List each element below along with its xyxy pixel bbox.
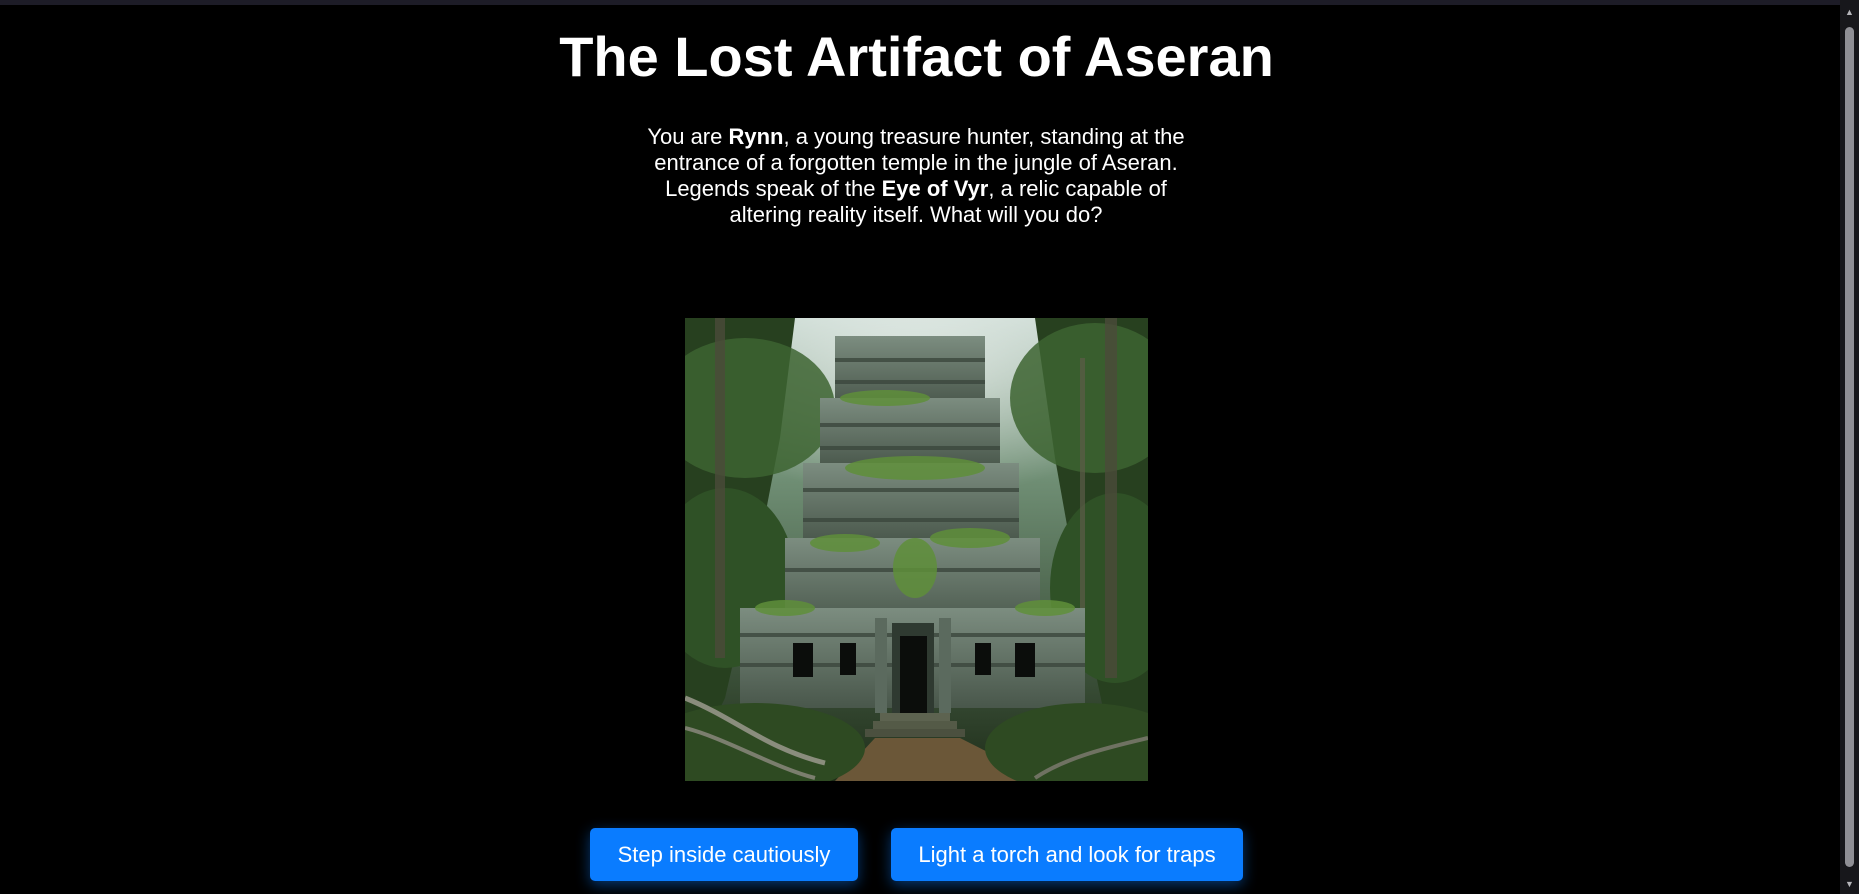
temple-illustration <box>685 318 1148 781</box>
intro-text-1: You are <box>647 124 729 149</box>
scroll-down-arrow-icon[interactable]: ▼ <box>1840 876 1859 892</box>
story-intro: You are Rynn, a young treasure hunter, s… <box>636 124 1196 228</box>
scrollbar-thumb[interactable] <box>1845 27 1854 867</box>
game-screen: The Lost Artifact of Aseran You are Rynn… <box>0 0 1840 894</box>
artifact-name: Eye of Vyr <box>881 176 989 201</box>
choice-step-inside-button[interactable]: Step inside cautiously <box>590 828 858 881</box>
scroll-up-arrow-icon[interactable]: ▲ <box>1840 4 1859 20</box>
vertical-scrollbar[interactable]: ▲ ▼ <box>1840 0 1859 894</box>
choice-light-torch-button[interactable]: Light a torch and look for traps <box>891 828 1243 881</box>
hero-name: Rynn <box>728 124 784 149</box>
page-title: The Lost Artifact of Aseran <box>559 25 1274 88</box>
temple-scene-image <box>685 318 1148 781</box>
